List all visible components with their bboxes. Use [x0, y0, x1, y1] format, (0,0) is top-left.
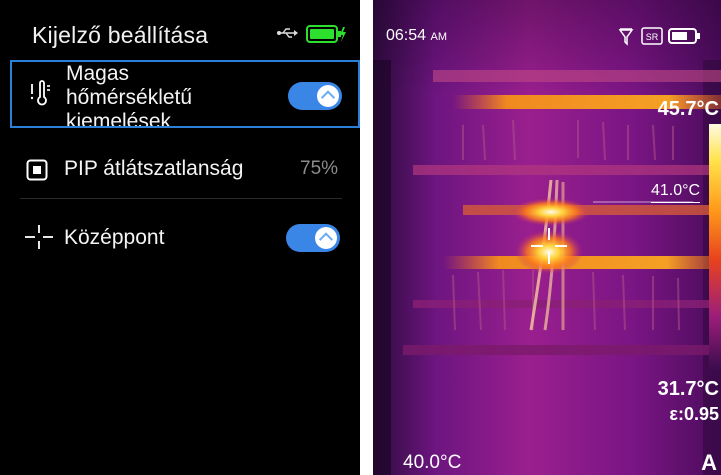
- page-title: Kijelző beállítása: [32, 22, 209, 48]
- clock-ampm: AM: [430, 31, 448, 43]
- center-temp: 40.0°C: [403, 452, 462, 473]
- emissivity: ε:0.95: [669, 404, 719, 424]
- setting-high-temp-highlight[interactable]: Magas hőmérsékletű kiemelések: [10, 60, 360, 128]
- setting-center-point[interactable]: Középpont: [10, 212, 358, 262]
- battery-charging-icon: [306, 25, 346, 43]
- usb-icon: [277, 28, 298, 38]
- thermal-camera-screen: 06:54 AM SR 45.7°C 41.0°C 31.7°C ε:0.95 …: [373, 0, 721, 475]
- filter-icon: [618, 28, 634, 46]
- toggle-knob: [317, 85, 339, 107]
- setting-label-line3: kiemelések: [66, 110, 172, 126]
- svg-text:SR: SR: [646, 32, 659, 42]
- thermometer-alert-icon: [30, 80, 50, 106]
- setting-label-line2: hőmérsékletű: [66, 86, 193, 109]
- clock: 06:54 AM: [386, 27, 447, 45]
- battery-icon: [668, 28, 700, 44]
- setting-label: PIP átlátszatlanság: [64, 157, 244, 180]
- toggle-knob: [315, 227, 337, 249]
- pip-opacity-value: 75%: [300, 158, 339, 179]
- pip-icon: [26, 159, 48, 181]
- divider: [20, 198, 342, 199]
- setting-label: Középpont: [64, 226, 165, 249]
- max-temp: 45.7°C: [657, 98, 719, 120]
- crosshair-icon: [25, 225, 53, 249]
- setting-label-line1: Magas: [66, 62, 130, 85]
- clock-time: 06:54: [386, 27, 427, 44]
- cursor-temp: 41.0°C: [651, 182, 701, 203]
- settings-screen: Kijelző beállítása Magas hőmérsékletű ki…: [0, 0, 360, 475]
- center-point-toggle[interactable]: [286, 224, 340, 252]
- mode-indicator: A: [701, 450, 717, 475]
- temperature-scale-bar: [709, 124, 721, 370]
- high-temp-toggle[interactable]: [288, 82, 342, 110]
- sr-icon: SR: [641, 27, 663, 45]
- min-temp: 31.7°C: [657, 378, 719, 400]
